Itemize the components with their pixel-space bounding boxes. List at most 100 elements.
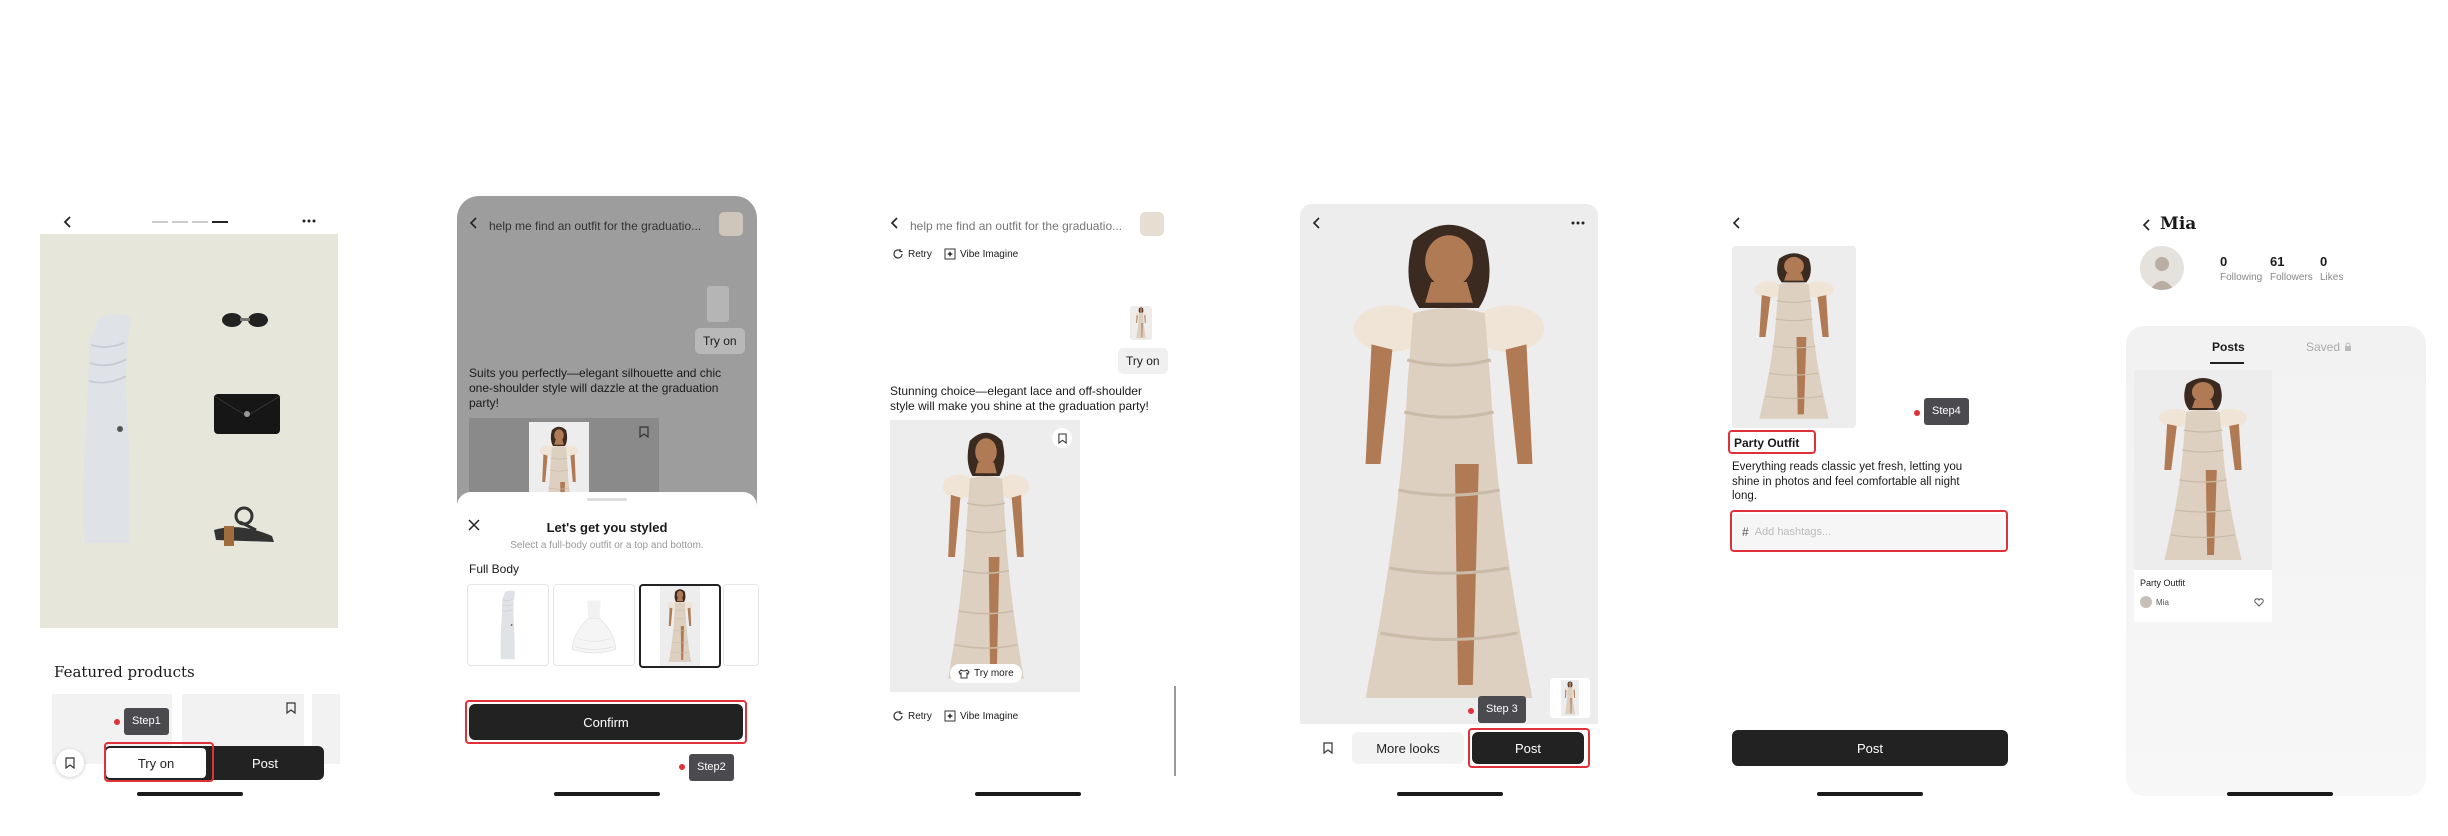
reply-text: Suits you perfectly—elegant silhouette a… (469, 366, 722, 410)
step3-tag: Step 3 (1478, 696, 1526, 723)
home-indicator (554, 792, 660, 796)
sunglasses-image (222, 313, 268, 327)
back-icon[interactable] (1310, 216, 1324, 230)
retry-button[interactable]: Retry (892, 248, 932, 260)
stat-label: Followers (2270, 272, 2313, 283)
bookmark-button[interactable] (56, 749, 84, 777)
try-more-button[interactable]: Try more (950, 664, 1022, 683)
vibe-imagine-button[interactable]: Vibe Imagine (944, 248, 1018, 260)
avatar[interactable] (719, 212, 743, 236)
result-image[interactable]: Try more (890, 420, 1080, 692)
step1-tag: Step1 (124, 708, 169, 735)
reply-image[interactable] (469, 418, 659, 498)
vibe-imagine-button[interactable]: Vibe Imagine (944, 710, 1018, 722)
lock-icon (2345, 342, 2352, 351)
post-card[interactable]: Party Outfit Mia (2134, 370, 2272, 622)
back-icon[interactable] (60, 214, 76, 230)
step2-dot (679, 764, 685, 770)
lace-dress-image (651, 586, 709, 666)
stat-label: Following (2220, 272, 2263, 283)
stat-following[interactable]: 0 Following (2220, 254, 2262, 283)
sheet-handle[interactable] (587, 498, 627, 501)
outfit-option-selected[interactable] (639, 584, 721, 668)
post-card-author: Mia (2156, 598, 2169, 607)
bookmark-icon[interactable] (286, 702, 296, 714)
back-icon[interactable] (2140, 218, 2154, 232)
outfit-option[interactable] (467, 584, 549, 666)
user-item-thumb (1130, 306, 1152, 340)
screen-product-detail: Featured products Try on Post Step1 (40, 196, 340, 796)
post-label: Post (1856, 740, 1883, 756)
retry-button[interactable]: Retry (892, 710, 932, 722)
back-icon[interactable] (1730, 216, 1744, 230)
vibe-label: Vibe Imagine (960, 248, 1019, 260)
lace-dress-thumb (1130, 306, 1152, 340)
tutu-dress-image (560, 589, 628, 661)
tab-saved-label: Saved (2306, 340, 2341, 354)
model-image (1300, 204, 1598, 724)
heart-icon[interactable] (2254, 598, 2264, 607)
tab-posts[interactable]: Posts (2212, 340, 2245, 354)
post-button[interactable]: Post (210, 748, 320, 778)
outfit-option[interactable] (723, 584, 759, 666)
home-indicator (975, 792, 1081, 796)
bookmark-button[interactable] (1052, 428, 1072, 448)
screen-style-selector: help me find an outfit for the graduatio… (457, 196, 759, 796)
post-card-avatar (2140, 596, 2152, 608)
sandal-image (214, 506, 274, 546)
stat-likes[interactable]: 0 Likes (2320, 254, 2343, 283)
chat-input[interactable]: help me find an outfit for the graduatio… (489, 219, 709, 233)
model-image (529, 422, 589, 498)
stat-followers[interactable]: 61 Followers (2270, 254, 2313, 283)
screen-try-on-result: Step 3 More looks Post (1300, 196, 1600, 796)
model-image (2134, 370, 2272, 570)
bookmark-icon[interactable] (639, 426, 649, 438)
post-button[interactable]: Post (1732, 730, 2008, 766)
product-image (40, 234, 338, 628)
more-icon[interactable] (300, 214, 318, 228)
scrollbar[interactable] (1174, 686, 1176, 776)
try-on-chip: Try on (1118, 348, 1168, 374)
post-description[interactable]: Everything reads classic yet fresh, lett… (1732, 460, 1972, 504)
section-label: Full Body (469, 562, 520, 576)
chat-input[interactable]: help me find an outfit for the graduatio… (910, 219, 1130, 233)
avatar[interactable] (1140, 212, 1164, 236)
more-looks-button[interactable]: More looks (1352, 732, 1464, 764)
step1-highlight (104, 742, 214, 782)
bookmark-button[interactable] (1320, 740, 1336, 756)
more-looks-label: More looks (1376, 740, 1440, 756)
back-icon[interactable] (888, 216, 902, 230)
title-highlight (1728, 430, 1816, 454)
step2-tag: Step2 (689, 754, 734, 781)
clutch-image (213, 394, 281, 434)
try-more-label: Try more (974, 668, 1014, 679)
post-label: Post (251, 755, 278, 771)
hashtag-highlight (1730, 510, 2008, 552)
model-image (906, 422, 1066, 692)
tab-saved[interactable]: Saved (2306, 340, 2352, 354)
more-icon[interactable] (1570, 216, 1586, 230)
avatar[interactable] (2140, 246, 2184, 290)
home-indicator (137, 792, 243, 796)
step3-dot (1468, 708, 1474, 714)
reply-text: Stunning choice—elegant lace and off-sho… (890, 384, 1149, 413)
garment-thumb[interactable] (1550, 678, 1590, 718)
post-image[interactable] (1732, 246, 1856, 428)
stat-value: 0 (2220, 254, 2228, 269)
sparkle-icon (944, 710, 956, 722)
outfit-option[interactable] (553, 584, 635, 666)
stat-value: 61 (2270, 254, 2285, 269)
retry-label: Retry (908, 248, 932, 260)
step1-dot (114, 719, 120, 725)
user-item-thumb (707, 286, 729, 322)
post-card-image (2134, 370, 2272, 570)
vibe-label: Vibe Imagine (960, 710, 1019, 722)
sheet-title: Let's get you styled (546, 520, 668, 535)
retry-label: Retry (908, 710, 932, 722)
screen-chat-result: help me find an outfit for the graduatio… (878, 196, 1178, 796)
screen-profile: Mia 0 Following 61 Followers 0 Likes Pos… (2126, 196, 2430, 796)
back-icon[interactable] (467, 216, 481, 230)
profile-username: Mia (2160, 214, 2197, 234)
step4-tag: Step4 (1924, 398, 1969, 425)
step4-dot (1914, 410, 1920, 416)
